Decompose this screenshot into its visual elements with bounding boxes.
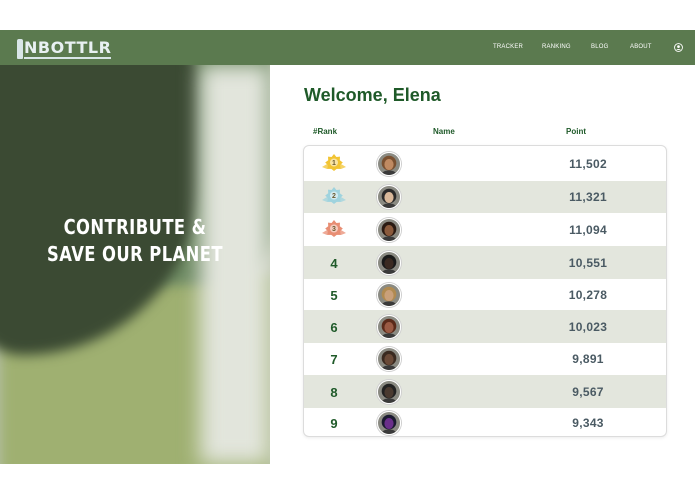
points-value: 10,278 — [568, 287, 608, 302]
leaderboard-row[interactable]: 6 10,023 — [304, 310, 666, 343]
top-margin — [0, 0, 695, 30]
rank-number: 9 — [330, 416, 338, 431]
leaderboard-table: 1 11,502 2 11,321 3 11,094 4 10,551 5 10,278 6 10,0… — [303, 145, 667, 437]
leaderboard-row[interactable]: 7 9,891 — [304, 343, 666, 375]
column-header-rank: #Rank — [313, 127, 338, 136]
points-value: 9,343 — [572, 416, 604, 430]
leaderboard-row[interactable]: 8 9,567 — [304, 375, 666, 408]
avatar — [377, 411, 401, 435]
bottom-margin — [0, 464, 695, 494]
nav-link-ranking[interactable]: RANKING — [542, 44, 571, 50]
points-value: 11,094 — [569, 222, 607, 237]
points-value: 10,023 — [568, 319, 608, 334]
points-value: 9,567 — [572, 384, 604, 399]
bottle-icon — [17, 39, 23, 59]
rank-number: 6 — [330, 319, 338, 335]
rank-number: 4 — [330, 255, 338, 271]
brand-logo[interactable]: NBOTTLR — [17, 35, 112, 59]
silver-medal-icon: 2 — [322, 187, 346, 204]
rank-number: 5 — [330, 287, 338, 303]
avatar — [377, 314, 401, 339]
leaderboard-row[interactable]: 9 9,343 — [304, 408, 666, 436]
avatar — [377, 250, 401, 275]
leaderboard-row[interactable]: 4 10,551 — [304, 246, 666, 279]
leaderboard-row[interactable]: 2 11,321 — [304, 181, 666, 213]
nav-link-blog[interactable]: BLOG — [591, 44, 608, 50]
nav-link-tracker[interactable]: TRACKER — [493, 44, 523, 50]
navbar: NBOTTLR TRACKER RANKING BLOG ABOUT — [0, 30, 695, 65]
hero-banner: CONTRIBUTE & SAVE OUR PLANET — [0, 65, 270, 464]
avatar — [377, 347, 401, 371]
medal-rank-label: 3 — [332, 226, 336, 233]
logo-text: NBOTTLR — [24, 38, 112, 59]
user-circle-icon[interactable] — [674, 43, 683, 52]
leaderboard-row[interactable]: 1 11,502 — [304, 146, 666, 181]
avatar — [377, 282, 401, 307]
points-value: 10,551 — [568, 255, 608, 270]
welcome-heading: Welcome, Elena — [304, 85, 441, 105]
nav-link-about[interactable]: ABOUT — [630, 44, 652, 50]
rank-number: 7 — [330, 352, 338, 367]
avatar — [377, 151, 401, 176]
avatar — [377, 379, 401, 404]
avatar — [377, 185, 401, 209]
points-value: 11,321 — [569, 190, 607, 204]
rank-number: 8 — [330, 384, 338, 400]
bronze-medal-icon: 3 — [322, 219, 346, 237]
gold-medal-icon: 1 — [322, 153, 346, 171]
hero-title-line1: CONTRIBUTE & — [63, 215, 207, 239]
points-value: 9,891 — [572, 352, 604, 366]
column-header-name: Name — [433, 127, 455, 136]
leaderboard-row[interactable]: 3 11,094 — [304, 213, 666, 246]
hero-title-line2: SAVE OUR PLANET — [46, 242, 224, 266]
points-value: 11,502 — [569, 156, 607, 171]
leaderboard-row[interactable]: 5 10,278 — [304, 279, 666, 310]
avatar — [377, 217, 401, 242]
column-header-points: Point — [566, 127, 586, 136]
medal-rank-label: 1 — [332, 160, 336, 167]
medal-rank-label: 2 — [332, 193, 336, 200]
